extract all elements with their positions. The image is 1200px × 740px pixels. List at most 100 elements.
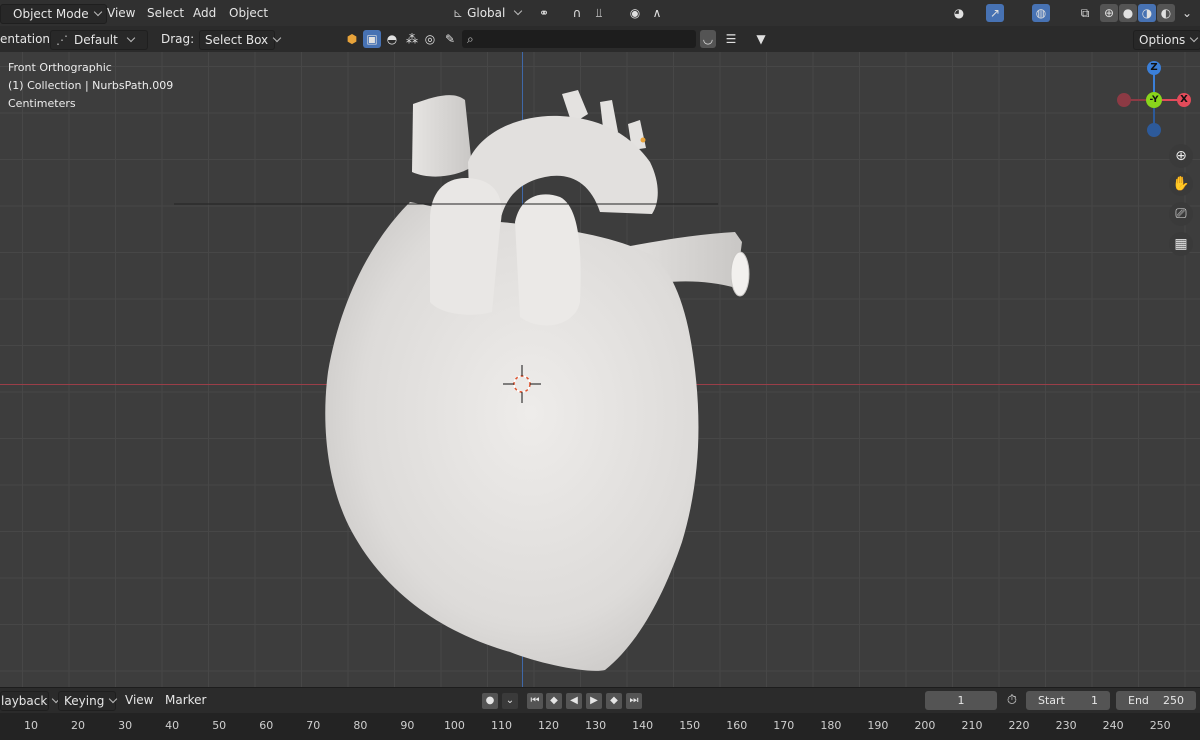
left-atrial-appendage <box>515 194 581 326</box>
ruler-tick: 10 <box>24 719 38 732</box>
ruler-tick: 220 <box>1008 719 1030 732</box>
brush-icon[interactable]: ✎ <box>441 30 459 48</box>
ruler-tick: 140 <box>632 719 654 732</box>
transform-orientation-dropdown[interactable]: ⊾ Global <box>448 4 528 22</box>
next-keyframe-icon[interactable]: ◆ <box>606 693 622 709</box>
transform-orientation-value: Global <box>467 6 506 20</box>
ruler-tick: 120 <box>538 719 560 732</box>
ruler-tick: 110 <box>491 719 512 732</box>
gizmo-x-icon[interactable]: X <box>1177 93 1191 107</box>
gizmo-toggle-icon[interactable]: ↗ <box>986 4 1004 22</box>
ruler-tick: 30 <box>118 719 133 732</box>
playback-dropdown[interactable]: layback <box>0 691 49 711</box>
heart-model[interactable] <box>0 52 1200 687</box>
ruler-tick: 250 <box>1149 719 1171 732</box>
end-value: 250 <box>1163 694 1184 707</box>
menu-view[interactable]: View <box>102 4 140 22</box>
keying-label: Keying <box>64 694 105 708</box>
origin-dot <box>640 137 646 143</box>
3d-viewport[interactable]: Front Orthographic (1) Collection | Nurb… <box>0 52 1200 687</box>
pivot-point-icon[interactable]: ⚭ <box>535 4 553 22</box>
keying-dropdown[interactable]: Keying <box>58 691 116 711</box>
overlays-icon[interactable]: ◍ <box>1032 4 1050 22</box>
ruler-tick: 240 <box>1102 719 1124 732</box>
falloff-icon[interactable]: ∧ <box>648 4 666 22</box>
ruler-tick: 210 <box>961 719 983 732</box>
ruler-tick: 230 <box>1055 719 1077 732</box>
ruler-tick: 100 <box>443 719 465 732</box>
ruler-tick: 90 <box>400 719 415 732</box>
sphere-icon[interactable]: ◓ <box>383 30 401 48</box>
solid-shading-icon[interactable]: ● <box>1119 4 1137 22</box>
material-shading-icon[interactable]: ◑ <box>1138 4 1156 22</box>
orientation-value: Default <box>74 33 118 47</box>
filter-toggle-icon[interactable]: ◡ <box>700 30 716 48</box>
prev-keyframe-icon[interactable]: ◆ <box>546 693 562 709</box>
drag-dropdown[interactable]: Select Box <box>199 30 275 50</box>
units-label: Centimeters <box>8 97 76 110</box>
start-frame-field[interactable]: Start 1 <box>1026 691 1110 710</box>
drag-value: Select Box <box>205 33 269 47</box>
object-types-icon[interactable]: ⬢ <box>343 30 361 48</box>
snap-target-icon[interactable]: ⫫ <box>590 4 608 22</box>
mode-dropdown[interactable]: Object Mode <box>0 4 107 24</box>
record-icon[interactable]: ● <box>482 693 498 709</box>
play-reverse-icon[interactable]: ◀ <box>566 693 582 709</box>
pan-hand-icon[interactable]: ✋ <box>1169 172 1193 196</box>
timeline-header: layback Keying View Marker ● ⌄ ⏮ ◆ ◀ ▶ ◆… <box>0 687 1200 713</box>
view-name: Front Orthographic <box>8 61 112 74</box>
gizmo-y-icon[interactable]: -Y <box>1146 92 1162 108</box>
play-icon[interactable]: ▶ <box>586 693 602 709</box>
ruler-tick: 180 <box>820 719 842 732</box>
end-frame-field[interactable]: End 250 <box>1116 691 1196 710</box>
options-label: Options <box>1139 33 1186 47</box>
ruler-tick: 130 <box>585 719 607 732</box>
heart-body <box>325 202 699 671</box>
rendered-shading-icon[interactable]: ◐ <box>1157 4 1175 22</box>
jump-start-icon[interactable]: ⏮ <box>527 693 543 709</box>
menu-add[interactable]: Add <box>188 4 221 22</box>
zoom-icon[interactable]: ⊕ <box>1169 144 1193 168</box>
end-label: End <box>1128 694 1149 707</box>
select-box-icon[interactable]: ▣ <box>363 30 381 48</box>
axes-icon: ⊾ <box>453 6 464 20</box>
snap-icon[interactable]: ∩ <box>568 4 586 22</box>
ruler-tick: 40 <box>165 719 180 732</box>
visibility-eye-icon[interactable]: ◕ <box>950 4 968 22</box>
playback-label: layback <box>1 694 48 708</box>
record-options-icon[interactable]: ⌄ <box>502 693 518 709</box>
orientation-dropdown[interactable]: ⋰ Default <box>50 30 148 50</box>
ruler-tick: 80 <box>353 719 368 732</box>
gizmo-neg-x-icon[interactable] <box>1117 93 1131 107</box>
ruler-tick: 150 <box>679 719 701 732</box>
stopwatch-icon[interactable]: ⏱ <box>1004 693 1020 709</box>
ruler-tick: 20 <box>71 719 86 732</box>
perspective-grid-icon[interactable]: ▦ <box>1169 232 1193 256</box>
gizmo-neg-z-icon[interactable] <box>1147 123 1161 137</box>
start-label: Start <box>1038 694 1065 707</box>
proportional-edit-icon[interactable]: ◉ <box>626 4 644 22</box>
menu-object[interactable]: Object <box>224 4 273 22</box>
timeline-menu-view[interactable]: View <box>120 691 158 709</box>
search-input[interactable]: ⌕ <box>462 30 696 48</box>
current-frame-field[interactable]: 1 <box>925 691 997 710</box>
options-dropdown[interactable]: Options <box>1133 30 1200 50</box>
world-icon[interactable]: ◎ <box>421 30 439 48</box>
orientation-gizmo-icon: ⋰ <box>56 33 68 47</box>
wireframe-shading-icon[interactable]: ⊕ <box>1100 4 1118 22</box>
funnel-filter-icon[interactable]: ▼ <box>752 30 770 48</box>
drag-label: Drag: <box>161 32 195 46</box>
pulmonary-trunk <box>430 177 502 315</box>
xray-icon[interactable]: ⧉ <box>1076 4 1094 22</box>
gizmo-z-icon[interactable]: Z <box>1147 61 1161 75</box>
timeline-menu-marker[interactable]: Marker <box>160 691 211 709</box>
shading-options-chevron-icon[interactable]: ⌄ <box>1178 4 1196 22</box>
camera-icon[interactable]: ⎚ <box>1169 202 1193 226</box>
ruler-tick: 170 <box>773 719 795 732</box>
jump-end-icon[interactable]: ⏭ <box>626 693 642 709</box>
search-icon: ⌕ <box>467 32 474 46</box>
menu-select[interactable]: Select <box>142 4 189 22</box>
list-view-icon[interactable]: ☰ <box>722 30 740 48</box>
particles-icon[interactable]: ⁂ <box>403 30 421 48</box>
frame-ruler[interactable]: 10 20 30 40 50 60 70 80 90 100 110 120 130 140 150 160 1… <box>0 713 1200 740</box>
